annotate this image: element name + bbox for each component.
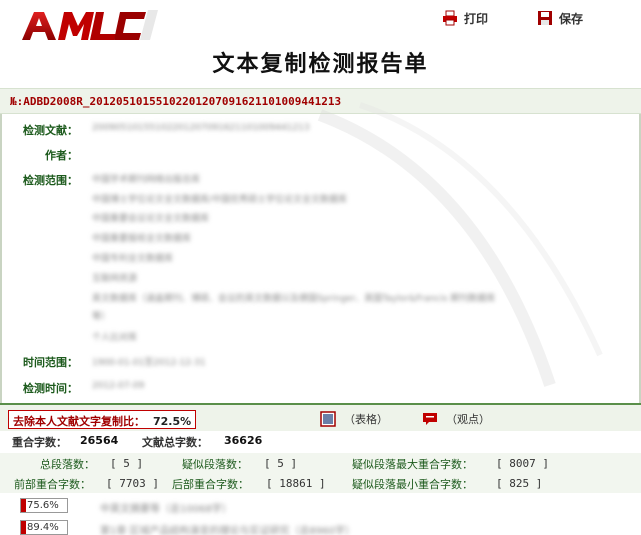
copy-ratio-value: 72.5% [153, 415, 192, 428]
segment-percent-badge: 75.6% [20, 498, 68, 513]
max-overlap-value: [ 8007 ] [496, 457, 549, 470]
scope-label: 检测范围： [23, 174, 78, 187]
segment-row[interactable]: 75.6% 中英文摘要等（总10068字） [20, 498, 620, 515]
char-count-row: 重合字数： 26564 文献总字数： 36626 [12, 434, 632, 452]
suspect-segments-value: [ 5 ] [264, 457, 298, 470]
percent-fill [21, 499, 26, 512]
report-id: №:ADBD2008R_2012051015510220120709162110… [10, 95, 342, 108]
front-overlap-value: [ 7703 ] [106, 477, 159, 490]
scope-line: 互联网资源 [92, 274, 138, 284]
total-segments-value: [ 5 ] [110, 457, 144, 470]
report-id-bar: №:ADBD2008R_2012051015510220120709162110… [0, 88, 641, 114]
report-details: 检测文献： 2009051015510220120709162110100944… [0, 114, 641, 404]
time-range-value: 1900-01-01至2012-12-31 [92, 358, 206, 368]
total-chars-value: 36626 [224, 434, 263, 447]
min-overlap-value: [ 825 ] [496, 477, 543, 490]
scope-line: 英文数据库（涵盖期刊、博硕、会议的英文数据以及德国Springer、英国Tayl… [92, 294, 496, 304]
detect-time-label: 检测时间： [23, 382, 78, 395]
segment-row[interactable]: 89.4% 第1章 区域产品结构演变的理论与实证研究（总8960字） [20, 520, 620, 535]
time-range-label: 时间范围： [23, 356, 78, 369]
print-button[interactable]: 打印 [442, 8, 488, 28]
scope-line: 中国重要报纸全文数据库 [92, 234, 192, 244]
logo-graphic [22, 10, 158, 40]
table-icon [320, 411, 336, 427]
min-overlap-label: 疑似段落最小重合字数： [352, 478, 473, 491]
segment-percent-badge: 89.4% [20, 520, 68, 535]
save-label: 保存 [559, 11, 584, 26]
scope-line: 中国学术期刊网络出版总库 [92, 175, 201, 185]
overlap-chars-label: 重合字数： [12, 436, 67, 449]
detect-time-value: 2012-07-09 [92, 381, 145, 391]
floppy-disk-icon [538, 11, 552, 25]
scope-line: 个人比对库 [92, 333, 138, 343]
summary-bar: 去除本人文献文字复制比： 72.5% （表格） （观点） [0, 403, 641, 431]
report-header: 打印 保存 [0, 0, 641, 48]
document-label: 检测文献： [23, 124, 78, 137]
segment-title[interactable]: 中英文摘要等（总10068字） [100, 500, 232, 515]
save-button[interactable]: 保存 [537, 8, 583, 28]
scope-line: 等） [92, 312, 111, 322]
print-label: 打印 [464, 11, 489, 26]
back-overlap-label: 后部重合字数： [172, 478, 249, 491]
scope-line: 中国专利全文数据库 [92, 254, 174, 264]
overlap-chars-value: 26564 [80, 434, 119, 447]
table-view-label: （表格） [344, 413, 388, 426]
amlc-logo [20, 6, 160, 42]
front-overlap-label: 前部重合字数： [14, 478, 91, 491]
page-title: 文本复制检测报告单 [212, 51, 429, 77]
segment-stats: 总段落数： [ 5 ] 疑似段落数： [ 5 ] 疑似段落最大重合字数： [ 8… [0, 453, 641, 493]
copy-ratio-label: 去除本人文献文字复制比： [13, 415, 145, 428]
printer-icon [443, 10, 457, 26]
opinion-view-label: （观点） [446, 413, 490, 426]
segment-title[interactable]: 第1章 区域产品结构演变的理论与实证研究（总8960字） [100, 522, 355, 535]
segment-percent: 89.4% [27, 522, 59, 533]
scope-line: 中国重要会议论文全文数据库 [92, 214, 210, 224]
document-value: 20090510155102201207091621101009441213 [92, 123, 310, 133]
speech-bubble-icon [423, 413, 437, 425]
opinion-view-button[interactable]: （观点） [422, 411, 490, 427]
back-overlap-value: [ 18861 ] [266, 477, 326, 490]
scope-line: 中国博士学位论文全文数据库/中国优秀硕士学位论文全文数据库 [92, 195, 348, 205]
max-overlap-label: 疑似段落最大重合字数： [352, 458, 473, 471]
table-view-button[interactable]: （表格） [320, 411, 388, 427]
copy-ratio-box: 去除本人文献文字复制比： 72.5% [8, 410, 197, 429]
author-label: 作者： [45, 149, 78, 162]
total-chars-label: 文献总字数： [142, 436, 208, 449]
suspect-segments-label: 疑似段落数： [182, 458, 248, 471]
segment-percent: 75.6% [27, 500, 59, 511]
percent-fill [21, 521, 26, 534]
total-segments-label: 总段落数： [40, 458, 95, 471]
